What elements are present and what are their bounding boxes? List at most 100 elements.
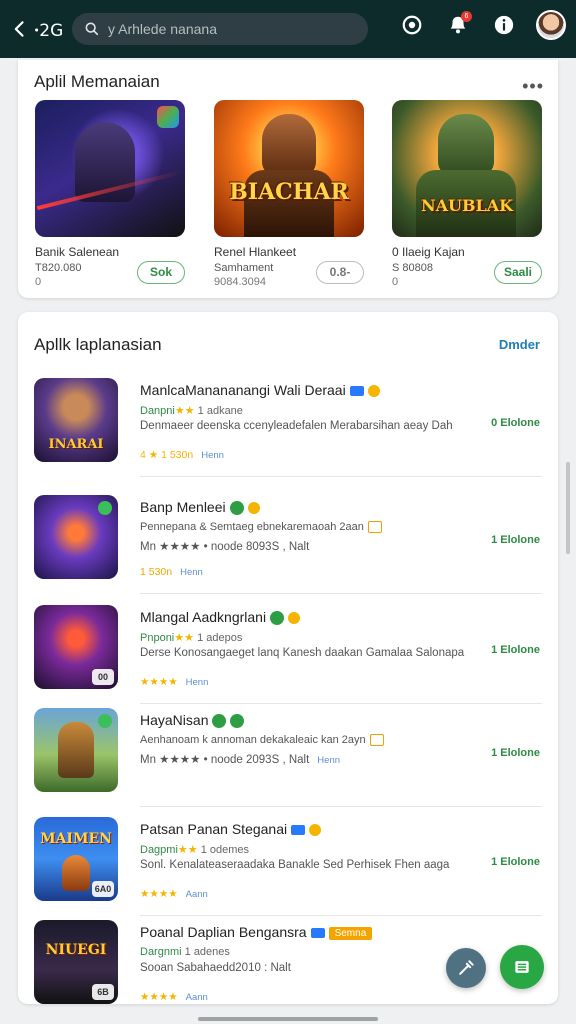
featured-app-artwork[interactable]: NAUBLAK — [392, 100, 542, 237]
install-action[interactable]: 1 Elolone — [491, 534, 540, 546]
app-title: Banp Menleei — [140, 499, 260, 516]
list-section-title: Apllk laplanasian — [34, 335, 162, 354]
app-rating-line: 4 ★ 1 530n Henn — [140, 449, 224, 461]
featured-art-text: NAUBLAK — [420, 196, 514, 215]
featured-app-button[interactable]: Saali — [494, 261, 542, 284]
featured-app-name: 0 Ilaeig Kajan — [392, 245, 465, 259]
list-item[interactable]: HayaNisan Aenhanoam k annoman dekakaleai… — [34, 708, 542, 808]
gamepad-button[interactable] — [398, 11, 426, 39]
list-item[interactable]: MAIMEN 6A0 Patsan Panan Steganai Dagpmi★… — [34, 817, 542, 917]
app-icon-badge: 6B — [92, 984, 114, 1000]
app-rating-line: ★★★★ Aann — [140, 991, 208, 1003]
notification-count-badge: 6 — [461, 11, 472, 22]
play-badge-icon — [229, 501, 244, 516]
app-title: HayaNisan — [140, 712, 245, 729]
app-title: Mlangal Aadkngrlani — [140, 609, 301, 626]
app-list-card: Apllk laplanasian Dmder INARAI ManlcaMan… — [18, 312, 558, 1004]
notifications-button[interactable]: 6 — [444, 11, 472, 39]
info-icon — [494, 15, 514, 35]
play-badge-icon — [270, 611, 285, 626]
app-icon — [34, 495, 118, 579]
list-item[interactable]: INARAI ManlcaManananangi Wali Deraai Dan… — [34, 378, 542, 478]
app-icon: MAIMEN 6A0 — [34, 817, 118, 901]
more-options-icon[interactable]: ••• — [522, 76, 544, 97]
app-icon: NIUEGI 6B — [34, 920, 118, 1004]
app-title: Patsan Panan Steganai — [140, 821, 322, 837]
featured-section-title: Aplil Memanaian — [34, 72, 160, 91]
list-item[interactable]: Banp Menleei Pennepana & Semtaeg ebnekar… — [34, 495, 542, 595]
row-divider — [140, 703, 542, 704]
app-description: Sooan Sabahaedd2010 : Nalt — [140, 962, 291, 974]
search-input[interactable] — [108, 21, 338, 37]
app-rating-line: Mn ★★★★ • noode 8093S , Nalt — [140, 541, 310, 553]
check-badge-icon — [230, 714, 245, 729]
back-label: ꞏ2G — [34, 20, 64, 41]
list-view-fab[interactable] — [500, 945, 544, 989]
info-button[interactable] — [490, 11, 518, 39]
label-badge: Semna — [328, 926, 373, 940]
app-description: Denmaeer deenska ccenyleadefalen Merabar… — [140, 420, 453, 432]
app-developer-line: Dagpmi★★ 1 odemes — [140, 844, 250, 856]
list-item[interactable]: 00 Mlangal Aadkngrlani Pnponi★★ 1 adepos… — [34, 605, 542, 705]
crown-icon — [309, 824, 322, 837]
app-icon: 00 — [34, 605, 118, 689]
back-arrow-icon — [14, 21, 24, 37]
featured-app-tile[interactable]: NAUBLAK 0 Ilaeig Kajan S 80808 0 Saali — [392, 100, 542, 288]
play-badge-icon — [212, 714, 227, 729]
tag-icon — [369, 734, 384, 747]
crown-icon — [367, 385, 380, 398]
featured-art-text: BIACHAR — [229, 179, 349, 205]
row-divider — [140, 806, 542, 807]
app-downloads-line: 1 530n Henn — [140, 566, 203, 578]
featured-app-tile[interactable]: BIACHAR Renel Hlankeet Samhament 9084.30… — [214, 100, 364, 288]
featured-app-artwork[interactable]: BIACHAR — [214, 100, 364, 237]
featured-app-name: Banik Salenean — [35, 245, 120, 259]
row-divider — [140, 593, 542, 594]
app-developer-line: Danpni★★ 1 adkane — [140, 405, 243, 417]
back-button[interactable]: ꞏ2G — [10, 18, 72, 41]
featured-app-button[interactable]: Sok — [137, 261, 185, 284]
app-title: Poanal Daplian Bengansra Semna — [140, 924, 373, 940]
tag-icon — [367, 521, 382, 534]
app-icon: INARAI — [34, 378, 118, 462]
app-description: Sonl. Kenalateaseraadaka Banakle Sed Per… — [140, 859, 450, 871]
verified-badge-icon — [291, 825, 306, 836]
top-app-bar: ꞏ2G 6 — [0, 0, 576, 58]
avatar[interactable] — [536, 10, 566, 40]
app-icon-badge: 6A0 — [92, 881, 114, 897]
app-icon — [34, 708, 118, 792]
app-rating-line: ★★★★ Aann — [140, 888, 208, 900]
search-bar[interactable] — [72, 13, 368, 45]
search-icon — [85, 22, 99, 36]
crown-icon — [247, 502, 260, 515]
app-title: ManlcaManananangi Wali Deraai — [140, 382, 380, 398]
install-action[interactable]: 1 Elolone — [491, 856, 540, 868]
app-rating-line: ★★★★ Henn — [140, 676, 209, 688]
gamepad-icon — [402, 15, 422, 35]
app-rating-line: Mn ★★★★ • noode 2093S , Nalt Henn — [140, 754, 341, 766]
app-description: Derse Konosangaeget lanq Kanesh daakan G… — [140, 647, 465, 659]
featured-app-name: Renel Hlankeet — [214, 245, 297, 259]
featured-apps-card: Aplil Memanaian ••• Banik Salenean T820.… — [18, 60, 558, 298]
verified-badge-icon — [310, 928, 325, 939]
featured-app-tile[interactable]: Banik Salenean T820.080 0 Sok — [35, 100, 185, 288]
crown-icon — [288, 612, 301, 625]
row-divider — [140, 915, 542, 916]
featured-app-button[interactable]: 0.8- — [316, 261, 364, 284]
app-developer-line: Pennepana & Semtaeg ebnekaremaoah 2aan — [140, 521, 382, 534]
app-icon-badge: 00 — [92, 669, 114, 685]
featured-app-artwork[interactable] — [35, 100, 185, 237]
install-action[interactable]: 0 Elolone — [491, 417, 540, 429]
edit-icon — [459, 960, 474, 975]
home-indicator[interactable] — [198, 1017, 378, 1021]
verified-badge-icon — [349, 386, 364, 397]
share-fab[interactable] — [446, 948, 486, 988]
list-icon — [515, 961, 529, 973]
app-developer-line: Aenhanoam k annoman dekakaleaic kan 2ayn — [140, 734, 384, 747]
row-divider — [140, 476, 542, 477]
install-action[interactable]: 1 Elolone — [491, 644, 540, 656]
install-action[interactable]: 1 Elolone — [491, 747, 540, 759]
scrollbar[interactable] — [566, 462, 570, 554]
see-all-link[interactable]: Dmder — [499, 337, 540, 352]
app-developer-line: Dargnmi 1 adenes — [140, 946, 230, 958]
